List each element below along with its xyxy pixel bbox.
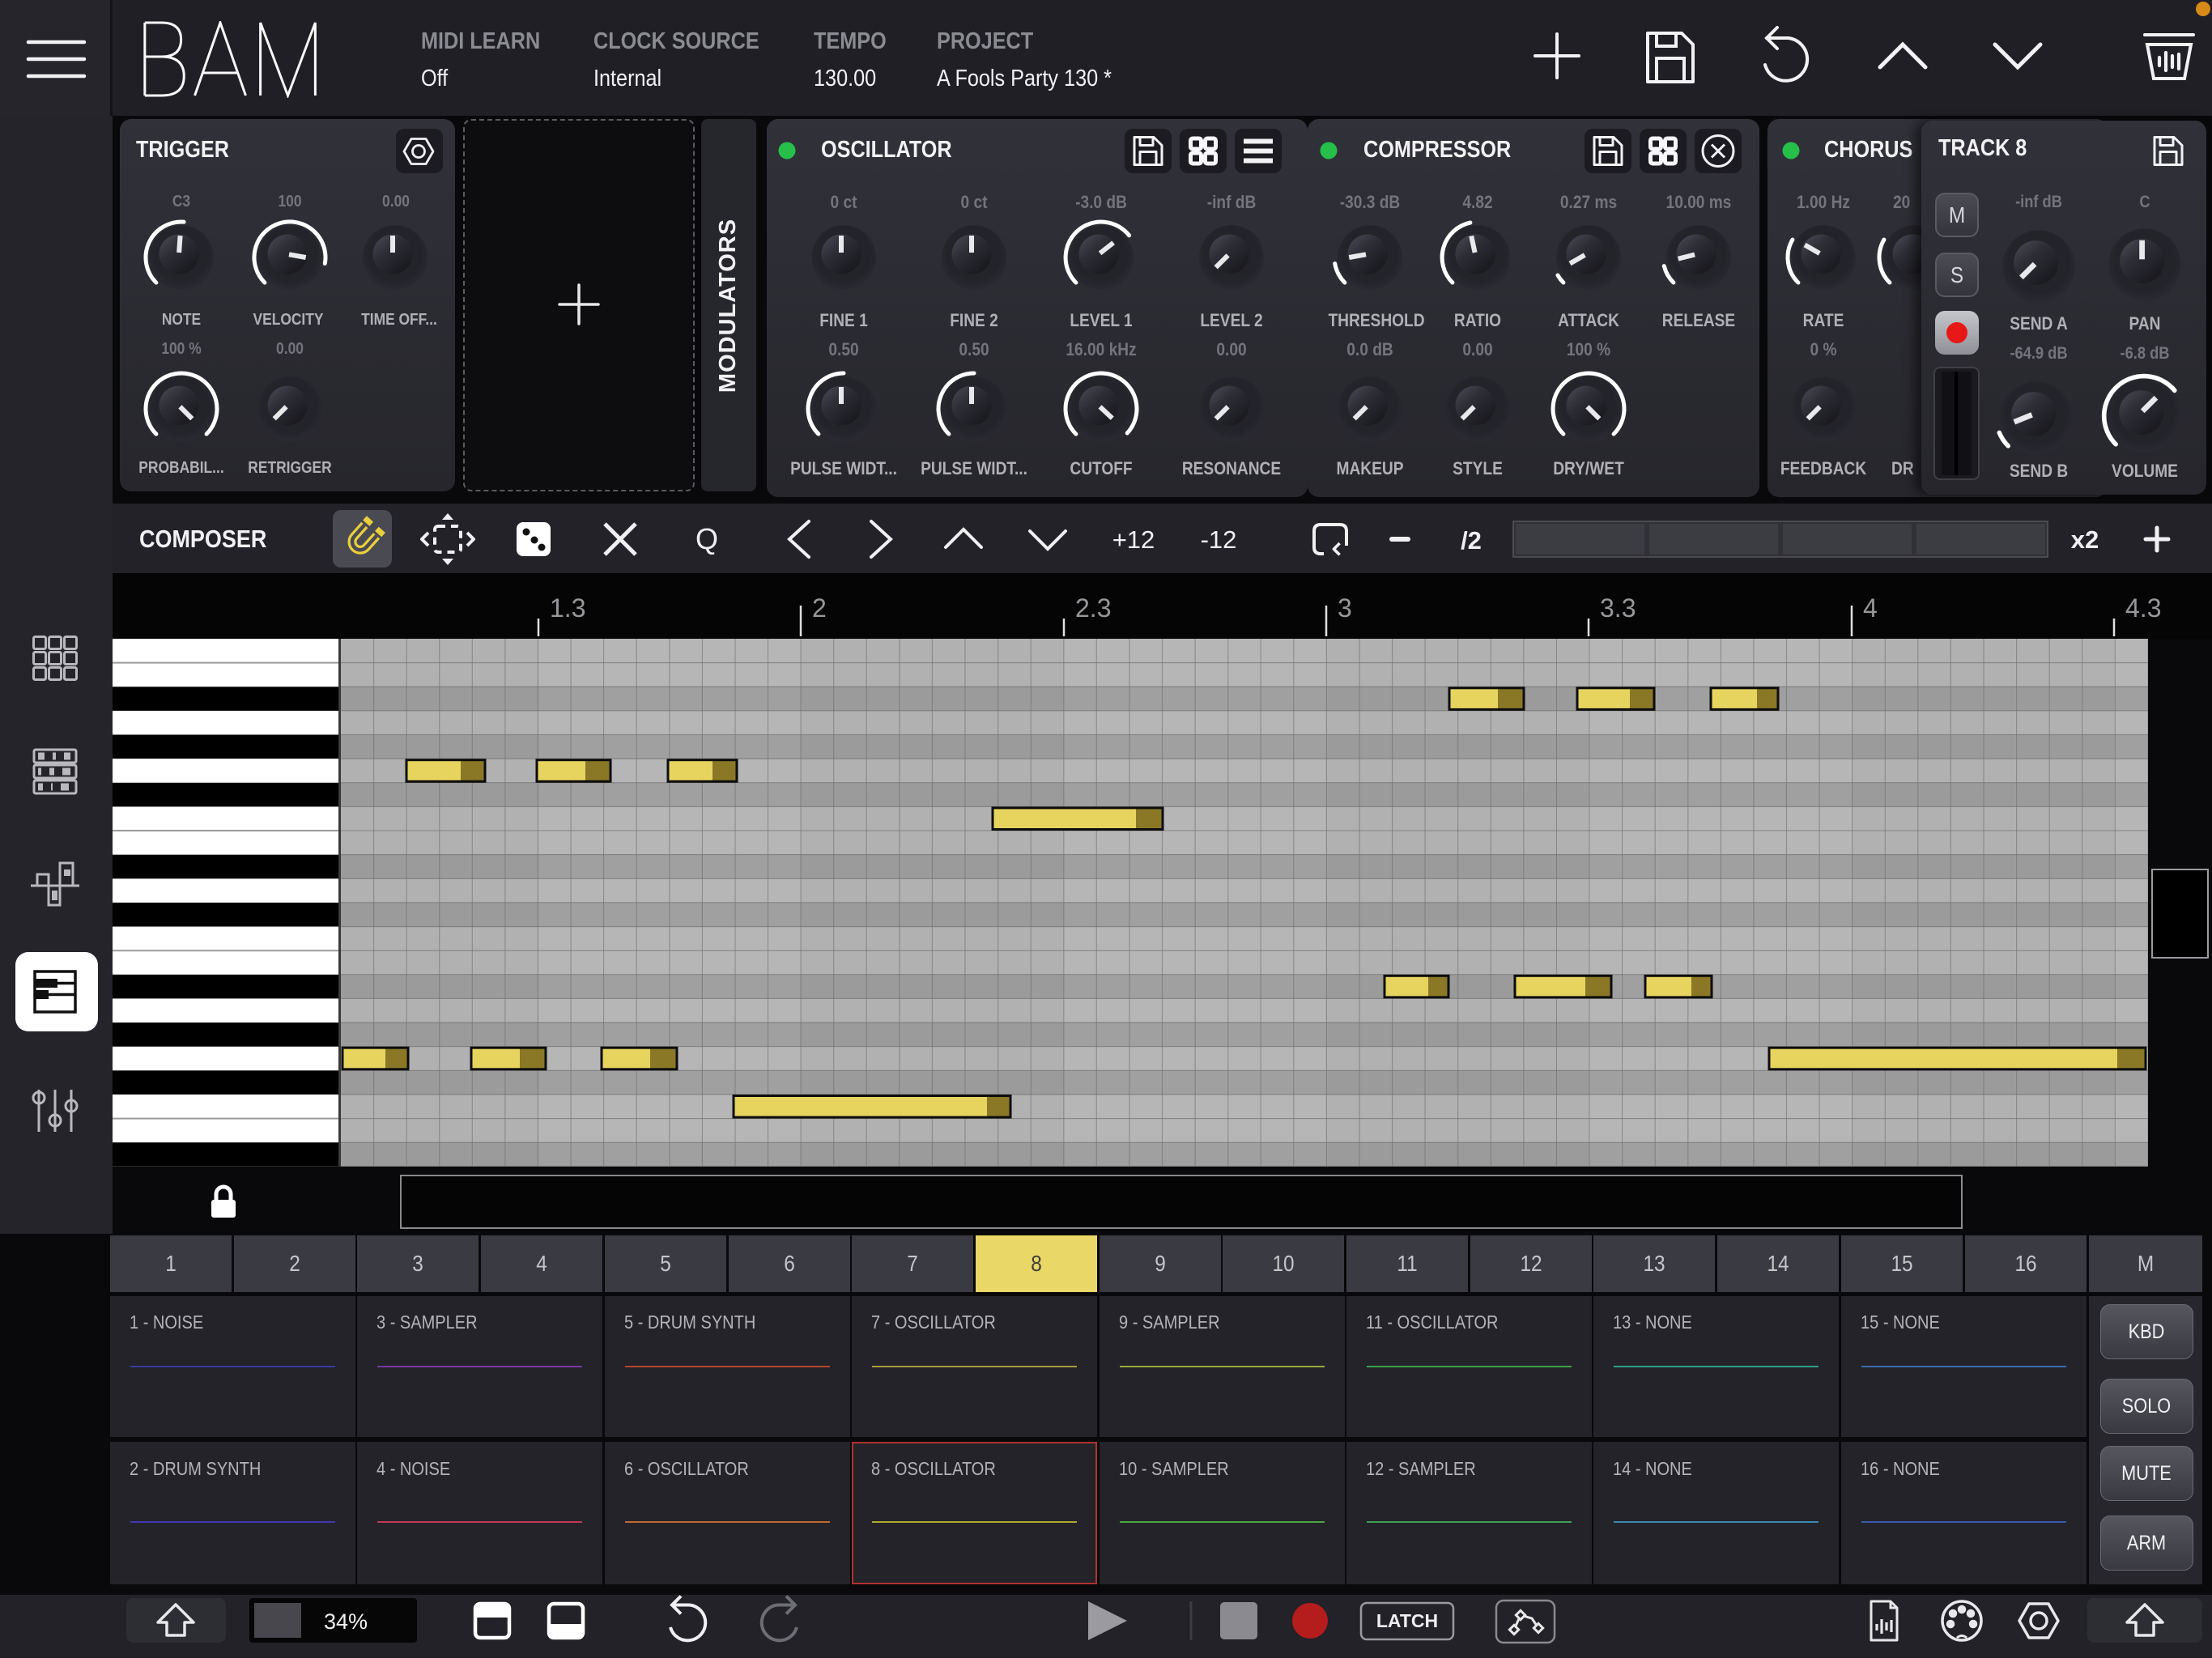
svg-text:34%: 34% xyxy=(324,1609,368,1634)
svg-text:+12: +12 xyxy=(1112,525,1155,554)
svg-text:4.3: 4.3 xyxy=(2125,593,2161,623)
svg-text:x2: x2 xyxy=(2071,525,2099,554)
svg-text:LATCH: LATCH xyxy=(1376,1610,1438,1631)
svg-text:2.3: 2.3 xyxy=(1075,593,1111,623)
svg-text:3.3: 3.3 xyxy=(1600,593,1636,623)
svg-text:/2: /2 xyxy=(1461,526,1482,555)
svg-text:-12: -12 xyxy=(1201,525,1237,554)
svg-text:2: 2 xyxy=(812,593,827,623)
svg-text:4: 4 xyxy=(1863,593,1878,623)
svg-text:Q: Q xyxy=(696,522,718,555)
svg-text:3: 3 xyxy=(1338,593,1352,623)
svg-text:1.3: 1.3 xyxy=(550,593,585,623)
